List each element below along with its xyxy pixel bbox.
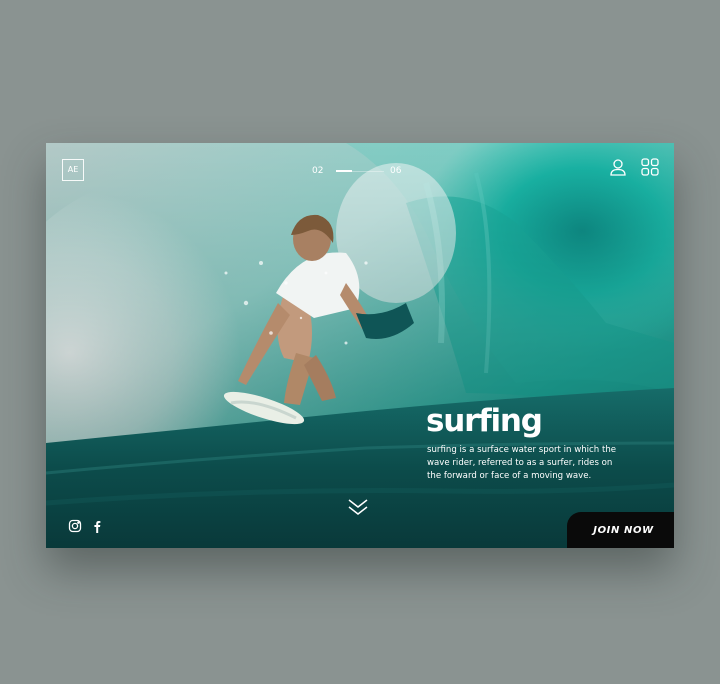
user-icon[interactable] bbox=[608, 157, 628, 177]
grid-menu-icon[interactable] bbox=[640, 157, 660, 177]
hero-description: surfing is a surface water sport in whic… bbox=[427, 445, 617, 481]
hero-title: surfing bbox=[426, 403, 543, 439]
instagram-icon[interactable] bbox=[68, 518, 82, 533]
pager-progress bbox=[336, 170, 352, 172]
facebook-icon[interactable] bbox=[90, 518, 104, 533]
pager-total: 06 bbox=[390, 166, 402, 176]
hero-card: AE 02 06 surfing surfing is a surface wa… bbox=[46, 143, 674, 548]
brand-logo[interactable]: AE bbox=[62, 159, 84, 181]
double-chevron-down-icon[interactable] bbox=[347, 497, 369, 517]
surfer-photo bbox=[46, 143, 674, 548]
pager-current: 02 bbox=[312, 166, 324, 176]
join-now-button[interactable]: JOIN NOW bbox=[567, 512, 674, 548]
